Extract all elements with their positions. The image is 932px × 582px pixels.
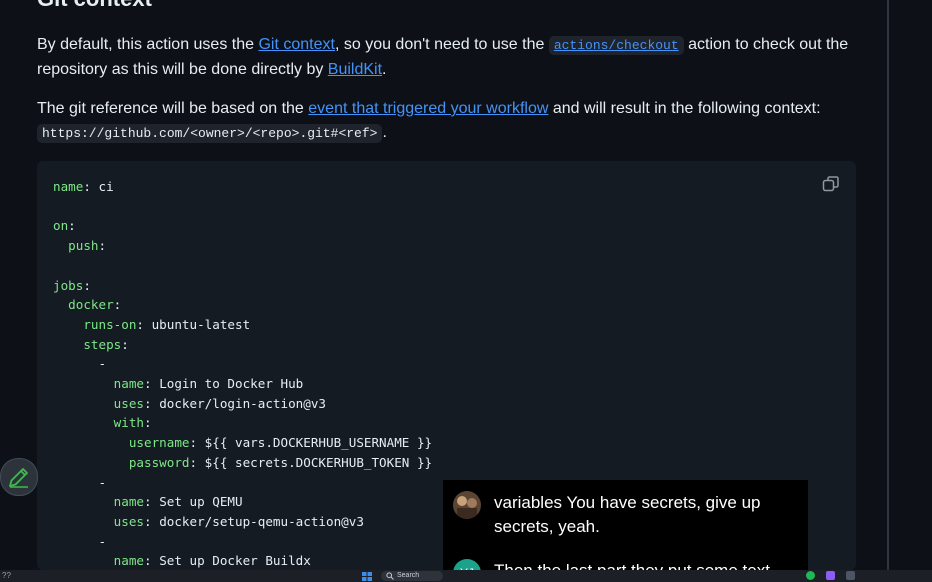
code-line: name: Login to Docker Hub bbox=[113, 376, 304, 392]
yaml-key: push bbox=[68, 238, 99, 254]
git-context-link[interactable]: Git context bbox=[258, 36, 334, 53]
yaml-key: name bbox=[113, 553, 145, 569]
yaml-key: uses bbox=[113, 395, 145, 411]
pencil-icon bbox=[9, 468, 28, 488]
code-line: - bbox=[53, 354, 432, 374]
yaml-key: name bbox=[113, 376, 145, 392]
paragraph-text: By default, this action uses the bbox=[37, 36, 259, 53]
yaml-value: ${{ vars.DOCKERHUB_USERNAME }} bbox=[204, 435, 433, 451]
code-line: name: Set up Docker Buildx bbox=[113, 553, 311, 569]
search-label: Search bbox=[397, 572, 420, 579]
yaml-key: uses bbox=[113, 513, 145, 529]
section-heading: Git context bbox=[37, 0, 152, 12]
yaml-key: jobs bbox=[53, 277, 84, 293]
yaml-value: Login to Docker Hub bbox=[159, 376, 304, 392]
git-reference-paragraph: The git reference will be based on the e… bbox=[37, 97, 867, 146]
search-icon bbox=[386, 572, 394, 580]
event-trigger-link[interactable]: event that triggered your workflow bbox=[308, 100, 548, 117]
yaml-key: name bbox=[113, 494, 145, 510]
windows-start-icon[interactable] bbox=[362, 572, 372, 581]
code-line: jobs: bbox=[53, 277, 91, 293]
yaml-value: - bbox=[98, 356, 107, 372]
spotify-icon[interactable] bbox=[806, 571, 815, 580]
code-line: steps: bbox=[83, 336, 129, 352]
yaml-value: docker/setup-qemu-action@v3 bbox=[159, 513, 364, 529]
yaml-key: docker bbox=[68, 297, 114, 313]
code-line: uses: docker/setup-qemu-action@v3 bbox=[113, 513, 364, 529]
code-line: password: ${{ secrets.DOCKERHUB_TOKEN }} bbox=[128, 454, 433, 470]
code-line: username: ${{ vars.DOCKERHUB_USERNAME }} bbox=[128, 435, 433, 451]
taskbar-search[interactable]: Search bbox=[381, 571, 443, 581]
paragraph-text: The git reference will be based on the bbox=[37, 100, 309, 117]
yaml-value: - bbox=[98, 533, 107, 549]
buildkit-link[interactable]: BuildKit bbox=[328, 61, 382, 78]
code-line: runs-on: ubuntu-latest bbox=[83, 316, 251, 332]
yaml-value: Set up Docker Buildx bbox=[159, 553, 311, 569]
taskbar-left-text: ?? bbox=[2, 571, 11, 580]
yaml-value: - bbox=[98, 474, 107, 490]
code-line: - bbox=[53, 532, 432, 552]
caption-text: variables You have secrets, give up secr… bbox=[494, 493, 761, 536]
user-photo-avatar bbox=[453, 491, 481, 519]
paragraph-text: . bbox=[382, 61, 387, 78]
checkout-action-code-link[interactable]: actions/checkout bbox=[548, 36, 684, 55]
paragraph-text: and will result in the following context… bbox=[548, 100, 821, 117]
app-icon[interactable] bbox=[826, 571, 835, 580]
yaml-value: docker/login-action@v3 bbox=[159, 395, 326, 411]
yaml-value: ci bbox=[98, 179, 114, 194]
yaml-value: ${{ secrets.DOCKERHUB_TOKEN }} bbox=[204, 454, 433, 470]
yaml-key: password bbox=[128, 454, 190, 470]
paragraph-text: . bbox=[382, 124, 387, 141]
terminal-icon[interactable] bbox=[846, 571, 855, 580]
content-divider bbox=[887, 0, 889, 570]
os-taskbar: ?? Search bbox=[0, 570, 932, 582]
git-context-url-code: https://github.com/<owner>/<repo>.git#<r… bbox=[37, 124, 383, 143]
yaml-key: with bbox=[113, 415, 145, 431]
yaml-key: username bbox=[128, 435, 190, 451]
yaml-key: name bbox=[53, 179, 84, 194]
yaml-key: runs-on bbox=[83, 316, 137, 332]
yaml-key: on bbox=[53, 218, 69, 234]
copy-icon[interactable] bbox=[821, 174, 841, 194]
code-line: on: bbox=[53, 218, 76, 234]
code-line: uses: docker/login-action@v3 bbox=[113, 395, 326, 411]
yaml-key: steps bbox=[83, 336, 122, 352]
git-context-paragraph: By default, this action uses the Git con… bbox=[37, 33, 867, 82]
edit-button[interactable] bbox=[0, 458, 38, 496]
code-line: - bbox=[53, 473, 432, 493]
code-line: name: ci bbox=[53, 179, 114, 194]
code-line: name: Set up QEMU bbox=[113, 494, 243, 510]
live-captions-panel: variables You have secrets, give up secr… bbox=[443, 480, 808, 582]
code-lines: name: ci on: push: jobs: docker: runs-on… bbox=[53, 177, 432, 570]
docs-page: Git context By default, this action uses… bbox=[0, 0, 932, 582]
yaml-value: Set up QEMU bbox=[159, 494, 243, 510]
yaml-value: ubuntu-latest bbox=[151, 316, 251, 332]
code-line: push: bbox=[68, 238, 107, 254]
code-line: with: bbox=[113, 415, 152, 431]
paragraph-text: , so you don't need to use the bbox=[334, 36, 549, 53]
code-line: docker: bbox=[68, 297, 122, 313]
